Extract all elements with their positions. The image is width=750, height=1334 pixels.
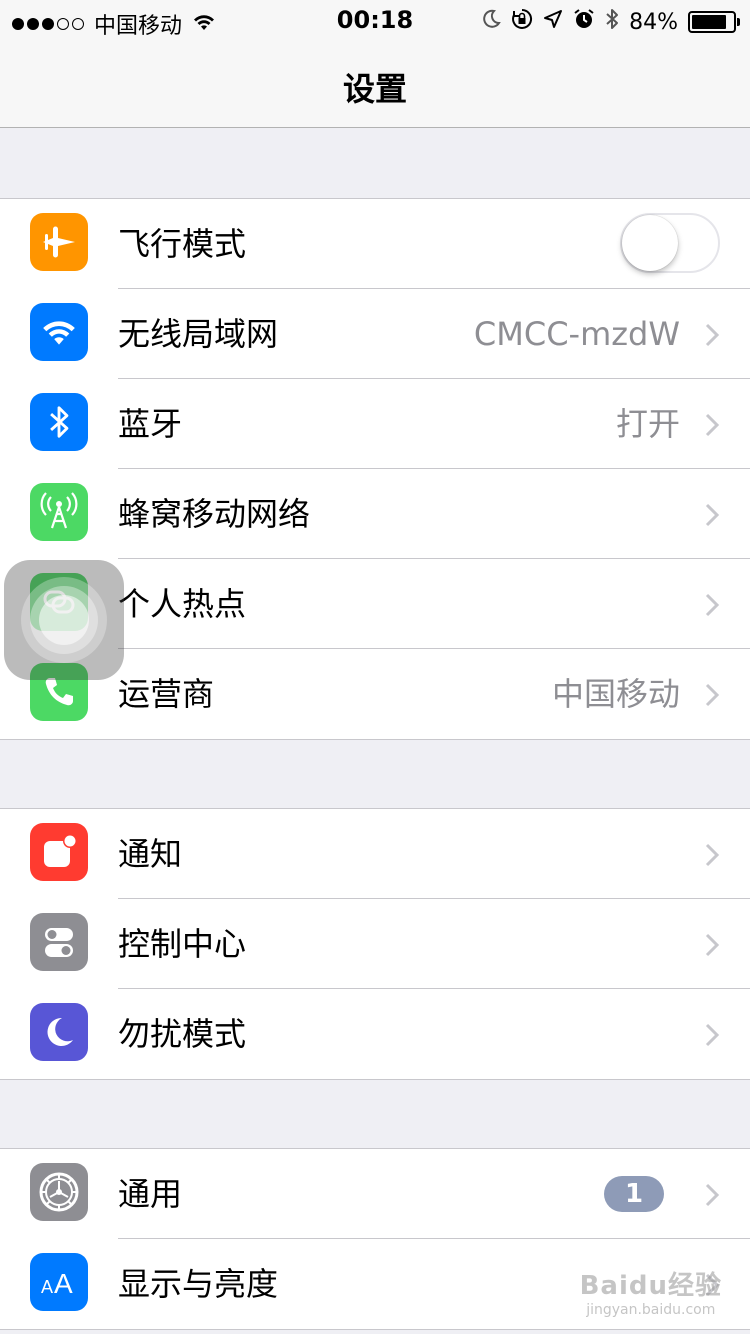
watermark-line1: Baidu经验	[579, 1271, 722, 1301]
chevron-right-icon	[704, 502, 720, 532]
row-label: 个人热点	[118, 585, 247, 623]
display-icon: AA	[30, 1253, 88, 1311]
row-general[interactable]: 通用 1	[0, 1149, 750, 1239]
location-icon	[543, 9, 563, 35]
chevron-right-icon	[704, 682, 720, 712]
row-do-not-disturb[interactable]: 勿扰模式	[0, 989, 750, 1079]
svg-text:A: A	[54, 1268, 73, 1299]
row-label: 通用	[118, 1175, 183, 1213]
moon-icon	[30, 1003, 88, 1061]
chevron-right-icon	[704, 1182, 720, 1212]
row-label: 显示与亮度	[118, 1265, 279, 1303]
row-label: 蜂窝移动网络	[118, 495, 311, 533]
row-label: 飞行模式	[118, 225, 247, 263]
row-label: 通知	[118, 835, 183, 873]
bluetooth-icon	[605, 7, 619, 37]
row-value: 打开	[615, 405, 680, 443]
status-bar: 中国移动 00:18 84%	[0, 0, 750, 40]
update-badge: 1	[604, 1176, 664, 1212]
page-title: 设置	[342, 70, 407, 108]
row-label: 蓝牙	[118, 405, 183, 443]
toggle-knob	[622, 215, 678, 271]
gear-icon	[30, 1163, 88, 1221]
battery-percent: 84%	[629, 9, 678, 35]
alarm-icon	[573, 8, 595, 36]
chevron-right-icon	[704, 842, 720, 872]
row-value: CMCC-mzdW	[473, 315, 680, 353]
row-control-center[interactable]: 控制中心	[0, 899, 750, 989]
row-label: 运营商	[118, 675, 215, 713]
assistive-touch-button[interactable]	[4, 560, 124, 680]
assistive-touch-ring	[39, 595, 89, 645]
status-right: 84%	[481, 7, 740, 37]
row-label: 无线局域网	[118, 315, 279, 353]
navigation-bar: 设置	[0, 40, 750, 128]
cellular-icon	[30, 483, 88, 541]
chevron-right-icon	[704, 322, 720, 352]
battery-icon	[688, 11, 740, 33]
row-label: 控制中心	[118, 925, 247, 963]
row-airplane-mode: 飞行模式	[0, 199, 750, 289]
airplane-mode-toggle[interactable]	[620, 213, 720, 273]
settings-group-notifications: 通知 控制中心 勿扰模式	[0, 808, 750, 1080]
row-value: 中国移动	[551, 675, 680, 713]
chevron-right-icon	[704, 932, 720, 962]
watermark: Baidu经验 jingyan.baidu.com	[580, 1265, 722, 1318]
chevron-right-icon	[704, 1022, 720, 1052]
bluetooth-icon	[30, 393, 88, 451]
svg-text:A: A	[41, 1277, 53, 1297]
airplane-icon	[30, 213, 88, 271]
row-label: 勿扰模式	[118, 1015, 247, 1053]
battery-fill	[692, 15, 726, 29]
watermark-line2: jingyan.baidu.com	[586, 1302, 716, 1318]
control-center-icon	[30, 913, 88, 971]
wifi-icon	[30, 303, 88, 361]
row-bluetooth[interactable]: 蓝牙 打开	[0, 379, 750, 469]
chevron-right-icon	[704, 412, 720, 442]
row-cellular[interactable]: 蜂窝移动网络	[0, 469, 750, 559]
row-wifi[interactable]: 无线局域网 CMCC-mzdW	[0, 289, 750, 379]
chevron-right-icon	[704, 592, 720, 622]
orientation-lock-icon	[511, 8, 533, 36]
row-notifications[interactable]: 通知	[0, 809, 750, 899]
notifications-icon	[30, 823, 88, 881]
moon-icon	[481, 9, 501, 35]
